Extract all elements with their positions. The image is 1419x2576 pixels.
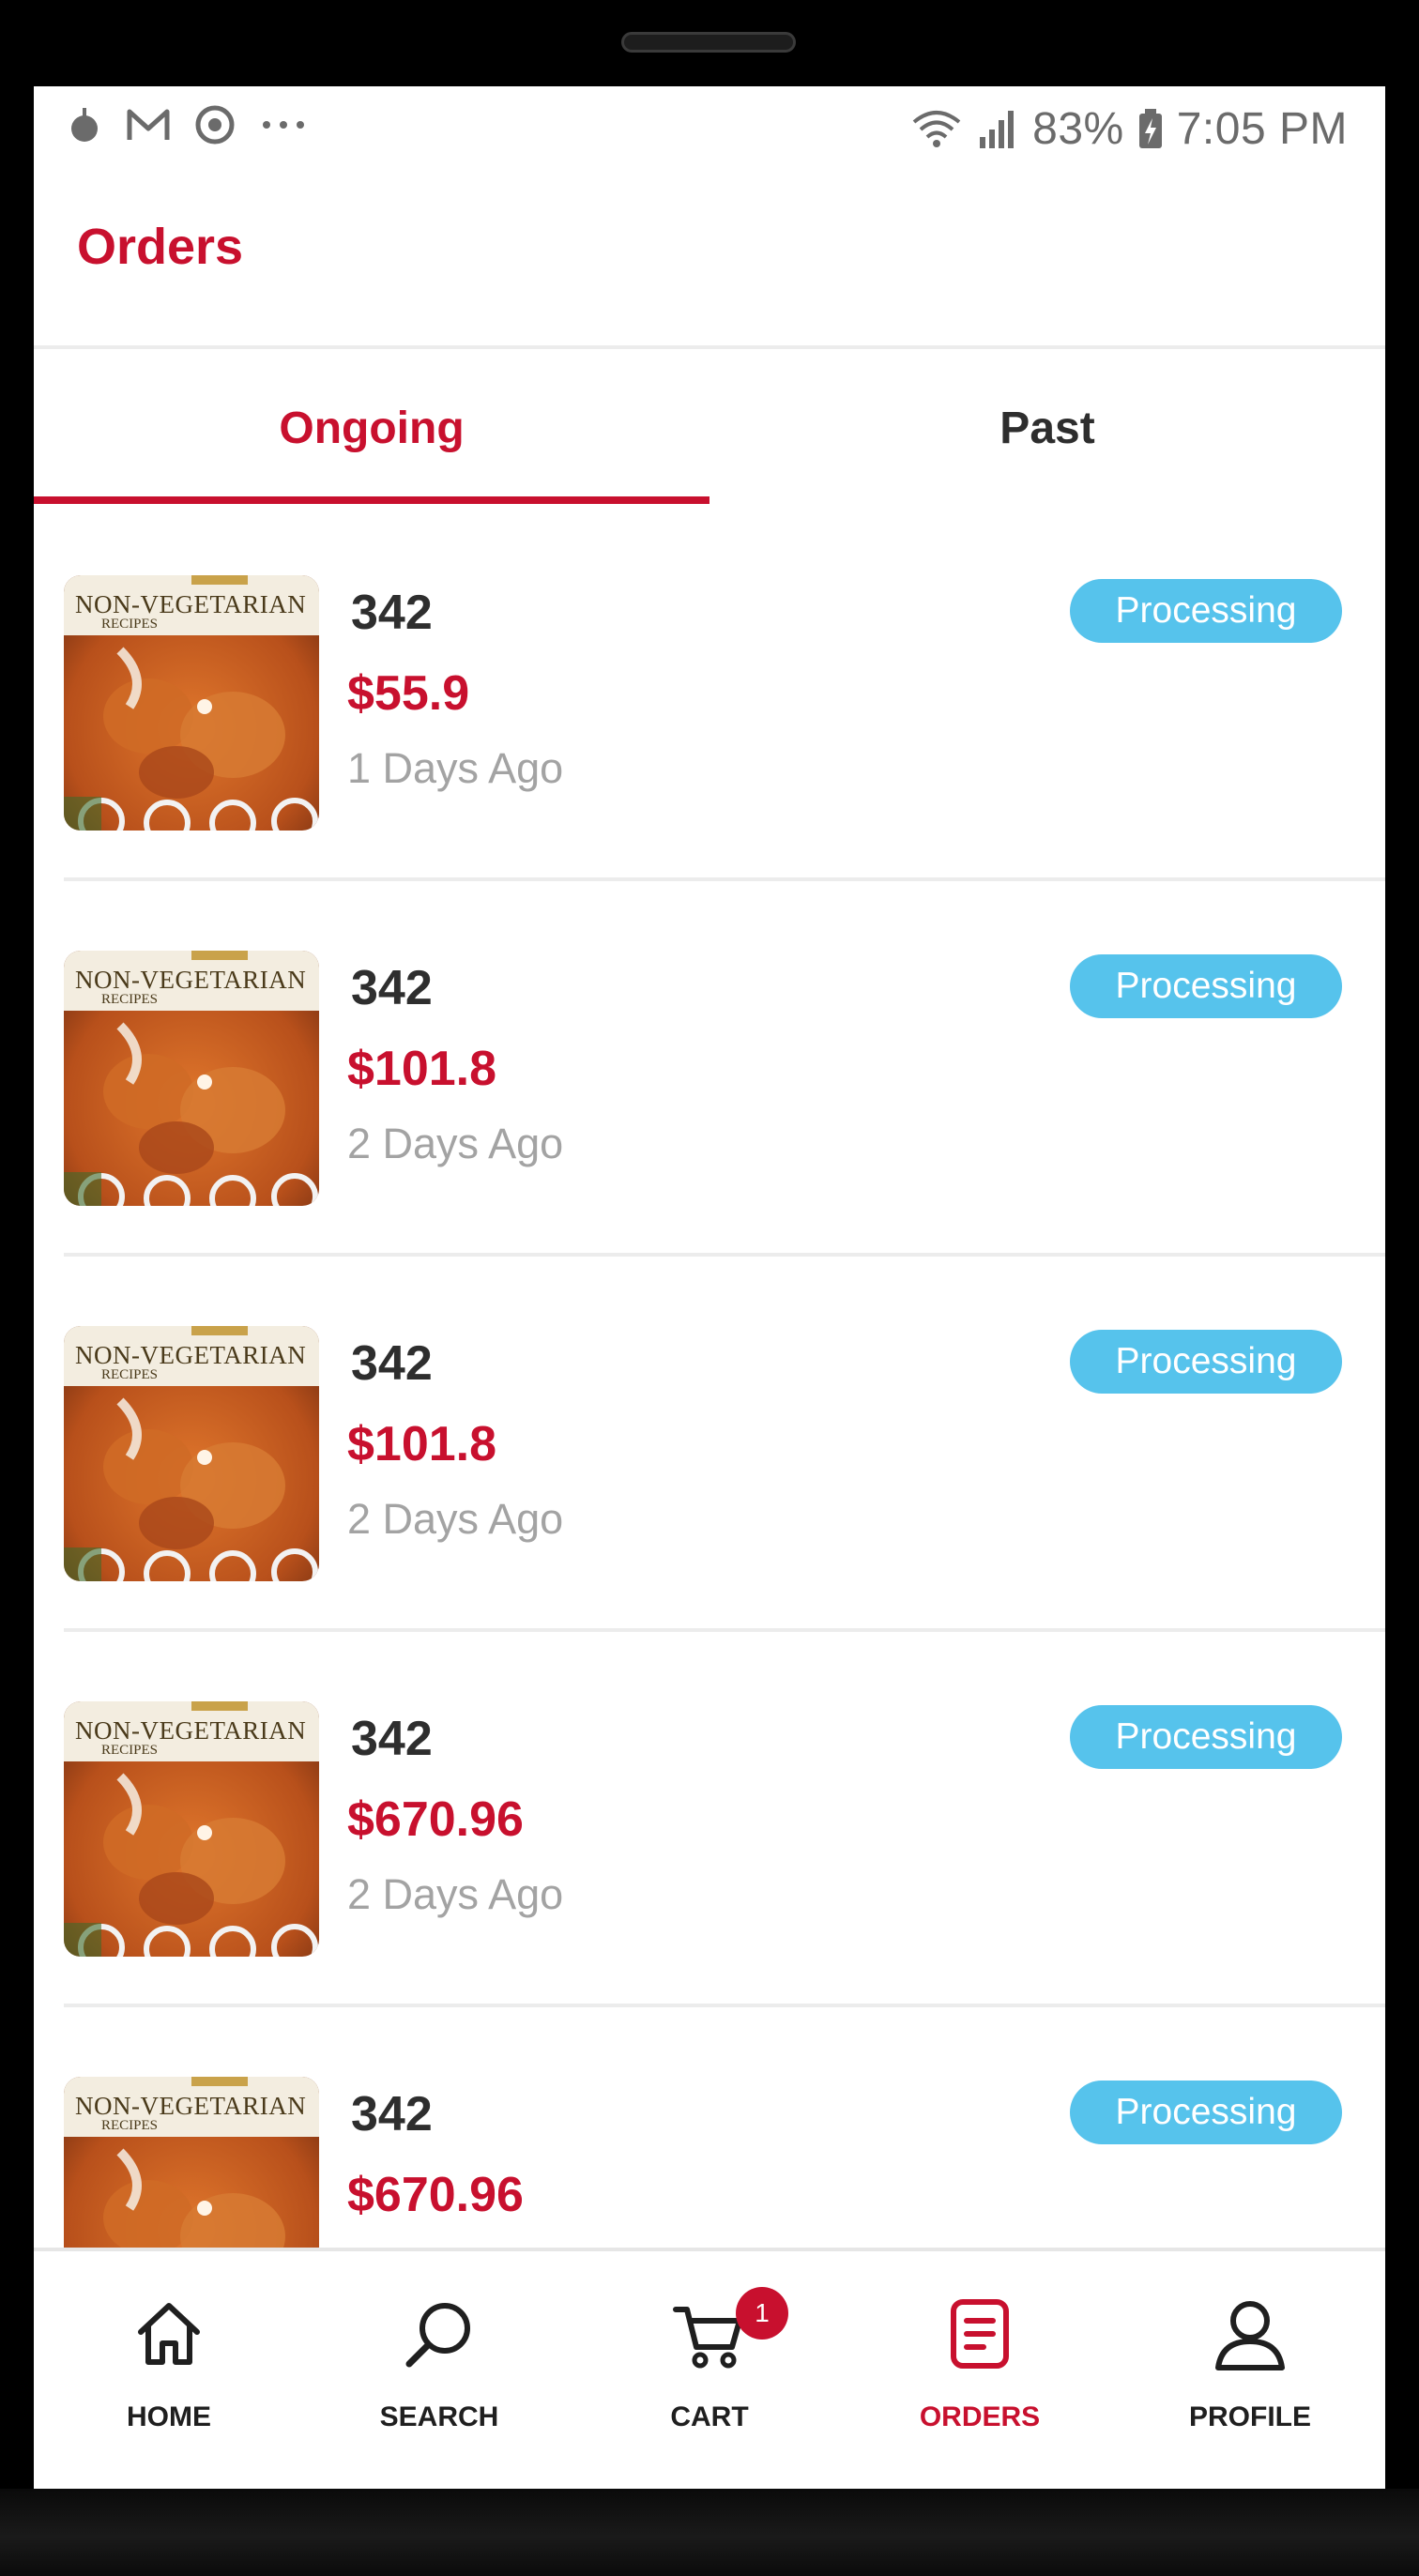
- order-time: 2 Days Ago: [347, 1870, 564, 1918]
- order-total: $101.8: [347, 1417, 497, 1471]
- device-frame-top: [0, 0, 1419, 86]
- order-total: $55.9: [347, 666, 470, 721]
- bottom-nav: HOME SEARCH 1 CART ORDERS PROFILE: [34, 2248, 1385, 2489]
- nav-orders-label: ORDERS: [919, 2401, 1041, 2432]
- battery-percent: 83%: [1032, 103, 1124, 154]
- nav-orders[interactable]: ORDERS: [845, 2251, 1115, 2489]
- wifi-icon: [912, 111, 961, 147]
- order-status-badge: Processing: [1070, 1705, 1342, 1769]
- cart-count-badge: 1: [736, 2287, 788, 2340]
- device-frame-bottom: [0, 2489, 1419, 2576]
- nav-search-label: SEARCH: [379, 2401, 499, 2432]
- device-speaker: [621, 32, 796, 53]
- thumbnail-title: NON-VEGETARIAN: [75, 1716, 307, 1745]
- order-status-badge: Processing: [1070, 1330, 1342, 1394]
- tab-past[interactable]: Past: [710, 349, 1385, 507]
- battery-icon: [1138, 109, 1162, 148]
- sync-icon: [195, 105, 235, 145]
- order-list-item[interactable]: NON-VEGETARIAN RECIPES 342 $670.96 2 Days Ag…: [34, 1630, 1385, 2007]
- order-number: 342: [351, 1712, 433, 1766]
- search-icon: [405, 2303, 470, 2368]
- order-total: $670.96: [347, 2168, 524, 2222]
- order-number: 342: [351, 1336, 433, 1391]
- notification-icons: [66, 103, 308, 146]
- order-total: $101.8: [347, 1042, 497, 1096]
- more-notifications-icon: [263, 121, 304, 129]
- nav-cart-label: CART: [670, 2401, 749, 2432]
- home-icon: [138, 2303, 200, 2365]
- order-time: 1 Days Ago: [347, 744, 564, 792]
- thumbnail-subtitle: RECIPES: [101, 1367, 159, 1382]
- tab-ongoing[interactable]: Ongoing: [34, 349, 710, 507]
- thumbnail-subtitle: RECIPES: [101, 617, 159, 632]
- order-time: 2 Days Ago: [347, 1495, 564, 1543]
- order-thumbnail: NON-VEGETARIAN RECIPES: [64, 951, 319, 1206]
- nav-search[interactable]: SEARCH: [304, 2251, 574, 2489]
- phone-screen: 83% 7:05 PM Orders Ongoing Past NON-VEGE…: [34, 86, 1385, 2489]
- clock: 7:05 PM: [1176, 103, 1348, 154]
- order-status-badge: Processing: [1070, 2081, 1342, 2144]
- order-list-item[interactable]: NON-VEGETARIAN RECIPES 342 $101.8 2 Days Ago…: [34, 879, 1385, 1257]
- thumbnail-title: NON-VEGETARIAN: [75, 590, 307, 618]
- gmail-icon: [127, 109, 170, 140]
- order-tabs: Ongoing Past: [34, 349, 1385, 507]
- page-title: Orders: [77, 219, 244, 275]
- orders-list[interactable]: NON-VEGETARIAN RECIPES 342 $55.9 1 Days Ago P…: [34, 504, 1385, 2334]
- order-thumbnail: NON-VEGETARIAN RECIPES: [64, 1326, 319, 1581]
- order-thumbnail: NON-VEGETARIAN RECIPES: [64, 575, 319, 831]
- thumbnail-subtitle: RECIPES: [101, 1743, 159, 1758]
- thumbnail-title: NON-VEGETARIAN: [75, 1341, 307, 1369]
- order-list-item[interactable]: NON-VEGETARIAN RECIPES 342 $55.9 1 Days Ago P…: [34, 504, 1385, 881]
- order-status-badge: Processing: [1070, 954, 1342, 1018]
- order-number: 342: [351, 961, 433, 1015]
- thumbnail-title: NON-VEGETARIAN: [75, 2092, 307, 2120]
- nav-home[interactable]: HOME: [34, 2251, 304, 2489]
- order-time: 2 Days Ago: [347, 1120, 564, 1167]
- thumbnail-subtitle: RECIPES: [101, 992, 159, 1007]
- order-status-badge: Processing: [1070, 579, 1342, 643]
- order-list-item[interactable]: NON-VEGETARIAN RECIPES 342 $101.8 2 Days Ago…: [34, 1255, 1385, 1632]
- order-total: $670.96: [347, 1792, 524, 1847]
- nav-profile-label: PROFILE: [1188, 2401, 1311, 2432]
- active-tab-indicator: [34, 496, 710, 504]
- order-number: 342: [351, 2087, 433, 2142]
- order-number: 342: [351, 586, 433, 640]
- orders-icon: [951, 2299, 1009, 2369]
- nav-profile[interactable]: PROFILE: [1115, 2251, 1385, 2489]
- order-thumbnail: NON-VEGETARIAN RECIPES: [64, 1701, 319, 1957]
- thumbnail-title: NON-VEGETARIAN: [75, 966, 307, 994]
- thumbnail-subtitle: RECIPES: [101, 2118, 159, 2133]
- notification-dot-icon: [71, 108, 98, 142]
- nav-home-label: HOME: [127, 2401, 211, 2432]
- app-bar: Orders: [34, 173, 1385, 337]
- nav-cart[interactable]: 1 CART: [574, 2251, 845, 2489]
- profile-icon: [1215, 2301, 1285, 2370]
- signal-icon: [980, 111, 1015, 148]
- system-indicators: 83% 7:05 PM: [910, 96, 1348, 161]
- status-bar: 83% 7:05 PM: [34, 86, 1385, 173]
